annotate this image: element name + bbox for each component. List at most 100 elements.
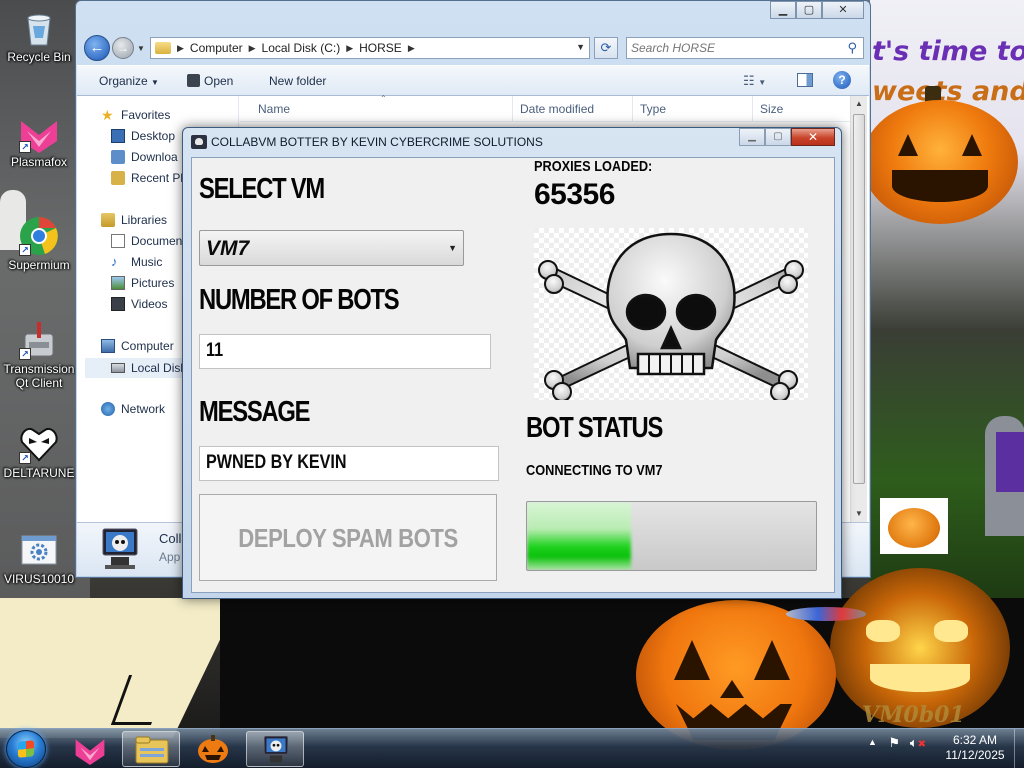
nav-local-disk-label: Local Disk [131,361,187,375]
hard-disk-icon [111,363,125,373]
number-of-bots-value: 11 [206,340,224,361]
nav-recent[interactable]: Recent Pl [111,171,183,185]
column-header-type[interactable]: Type [640,102,666,116]
taskbar-plasmafox[interactable] [62,731,120,767]
forward-button[interactable]: → [112,37,134,59]
open-button[interactable]: Open [187,74,233,88]
scroll-up-icon[interactable]: ▲ [851,96,867,112]
taskbar-collabvm-botter[interactable] [246,731,304,767]
minimize-button[interactable]: ▁ [739,128,765,146]
desktop-icon-virus-program[interactable]: VIRUS10010 [1,530,77,586]
nav-computer[interactable]: Computer [101,339,174,353]
recent-places-icon [111,171,125,185]
desktop-icon-recycle-bin[interactable]: Recycle Bin [1,8,77,64]
close-button[interactable]: ✕ [822,1,864,19]
desktop-icon-plasmafox[interactable]: ↗ Plasmafox [1,113,77,169]
scrollbar-thumb[interactable] [853,114,865,484]
plasmafox-icon [75,739,105,765]
organize-button[interactable]: Organize ▼ [99,74,159,88]
close-button[interactable]: ✕ [791,128,835,146]
preview-pane-icon[interactable] [797,73,813,87]
start-button[interactable] [6,730,46,768]
breadcrumb-separator-icon[interactable]: ▶ [249,43,256,54]
number-of-bots-heading: NUMBER OF BOTS [199,284,400,316]
help-icon[interactable]: ? [833,71,851,89]
view-options-icon[interactable]: ☷ ▼ [743,73,766,89]
nav-network-label: Network [121,402,166,416]
desktop-icon-transmission[interactable]: ↗ Transmission Qt Client [1,320,77,390]
address-dropdown-icon[interactable]: ▼ [576,42,585,52]
nav-desktop[interactable]: Desktop [111,129,175,143]
refresh-button[interactable]: ⟳ [594,37,618,59]
nav-videos[interactable]: Videos [111,297,167,311]
star-icon: ★ [101,107,114,123]
desktop-icon-deltarune[interactable]: ↗ DELTARUNE [1,424,77,480]
new-folder-button[interactable]: New folder [269,74,326,88]
supermium-icon: ↗ [19,216,59,256]
explorer-vertical-scrollbar[interactable]: ▲ ▼ [850,96,867,522]
show-desktop-button[interactable] [1014,729,1024,768]
vm-select-dropdown[interactable]: VM7 ▼ [199,230,464,266]
desktop-icon-supermium[interactable]: ↗ Supermium [1,216,77,272]
breadcrumb-computer[interactable]: Computer [190,41,243,55]
nav-libraries[interactable]: Libraries [101,213,167,227]
show-hidden-icons-icon[interactable]: ▲ [868,737,877,747]
wallpaper-tombstone-screen [996,432,1024,492]
minimize-button[interactable]: ▁ [770,1,796,19]
downloads-icon [111,150,125,164]
deploy-spam-bots-button[interactable]: DEPLOY SPAM BOTS [199,494,497,581]
column-header-name[interactable]: Name [258,102,290,116]
videos-icon [111,297,125,311]
desktop-icon [111,129,125,143]
organize-label: Organize [99,74,148,88]
taskbar-clock[interactable]: 6:32 AM 11/12/2025 [940,733,1010,763]
shortcut-arrow-icon: ↗ [19,348,31,360]
vm-select-value: VM7 [206,237,250,260]
nav-videos-label: Videos [131,297,168,311]
column-headers: Name ⌃ Date modified Type Size [240,94,850,122]
recycle-bin-icon [19,8,59,48]
breadcrumb-separator-icon[interactable]: ▶ [177,43,184,54]
scroll-down-icon[interactable]: ▼ [851,506,867,522]
column-header-size[interactable]: Size [760,102,783,116]
maximize-button[interactable]: ▢ [765,128,791,146]
nav-pictures[interactable]: Pictures [111,276,174,290]
documents-icon [111,234,125,248]
breadcrumb-local-disk[interactable]: Local Disk (C:) [262,41,341,55]
breadcrumb-horse[interactable]: HORSE [359,41,402,55]
nav-libraries-label: Libraries [121,213,168,227]
number-of-bots-input[interactable]: 11 [199,334,491,369]
computer-icon [101,339,115,353]
nav-documents-label: Documen [131,234,183,248]
search-icon[interactable]: ⚲ [847,40,857,56]
desktop-icon-label: Transmission Qt Client [3,362,75,390]
breadcrumb-separator-icon[interactable]: ▶ [408,43,415,54]
nav-downloads[interactable]: Downloa [111,150,178,164]
nav-music[interactable]: ♪ Music [111,255,162,270]
volume-muted-icon[interactable]: 🔈︎✖ [910,735,926,750]
skull-crossbones-image [534,228,808,400]
message-input[interactable]: PWNED BY KEVIN [199,446,499,481]
folder-icon [135,736,169,764]
app-title-icon [191,135,207,149]
libraries-icon [101,213,115,227]
back-button[interactable]: ← [84,35,110,61]
plasmafox-icon: ↗ [19,113,59,153]
taskbar-file-explorer[interactable] [122,731,180,767]
maximize-button[interactable]: ▢ [796,1,822,19]
action-center-flag-icon[interactable]: ⚑ [889,735,901,750]
column-header-date-modified[interactable]: Date modified [520,102,594,116]
address-bar[interactable]: ▶ Computer ▶ Local Disk (C:) ▶ HORSE ▶ ▼ [150,37,590,59]
transmission-icon: ↗ [19,320,59,360]
breadcrumb-separator-icon[interactable]: ▶ [346,43,353,54]
nav-documents[interactable]: Documen [111,234,182,248]
taskbar-pumpkin-app[interactable] [184,731,242,767]
recent-pages-chevron-icon[interactable]: ▼ [137,44,145,53]
virus-program-icon [19,530,59,570]
dropdown-arrow-icon[interactable]: ▼ [448,243,457,253]
search-box[interactable]: ⚲ [626,37,864,59]
search-input[interactable] [627,38,827,58]
nav-desktop-label: Desktop [131,129,176,143]
nav-favorites[interactable]: ★ Favorites [101,108,170,122]
nav-network[interactable]: Network [101,402,165,416]
